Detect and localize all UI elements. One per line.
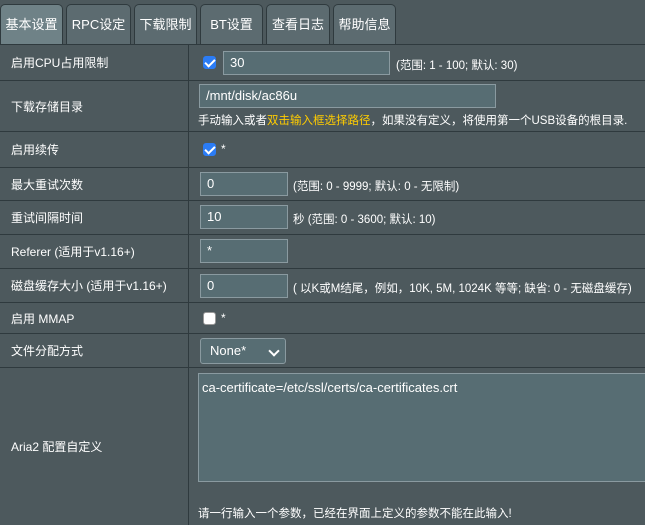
row-retry-wait: 重试间隔时间 10 秒 (范围: 0 - 3600; 默认: 10) [0, 201, 645, 234]
tab-help[interactable]: 帮助信息 [333, 4, 396, 44]
retry-wait-input[interactable]: 10 [200, 205, 288, 229]
download-dir-hint-highlight: 双击输入框选择路径 [267, 115, 371, 127]
custom-conf-label: Aria2 配置自定义 [0, 368, 188, 525]
referer-input[interactable]: * [200, 239, 288, 263]
retry-wait-hint: 秒 (范围: 0 - 3600; 默认: 10) [293, 214, 436, 226]
row-max-tries: 最大重试次数 0 (范围: 0 - 9999; 默认: 0 - 无限制) [0, 168, 645, 200]
file-alloc-label: 文件分配方式 [0, 334, 188, 367]
max-tries-input[interactable]: 0 [200, 172, 288, 196]
row-file-alloc: 文件分配方式 None* [0, 334, 645, 367]
tab-view-log[interactable]: 查看日志 [266, 4, 330, 44]
settings-form: 启用CPU占用限制 30 (范围: 1 - 100; 默认: 30) 下载存储目… [0, 44, 645, 525]
continue-star: * [221, 142, 226, 156]
cpu-limit-checkbox[interactable] [203, 56, 216, 69]
download-dir-label: 下载存储目录 [0, 81, 188, 131]
referer-label: Referer (适用于v1.16+) [0, 235, 188, 268]
mmap-star: * [221, 311, 226, 325]
row-download-dir: 下载存储目录 /mnt/disk/ac86u 手动输入或者双击输入框选择路径，如… [0, 81, 645, 131]
mmap-label: 启用 MMAP [0, 303, 188, 333]
custom-conf-textarea[interactable]: ca-certificate=/etc/ssl/certs/ca-certifi… [198, 373, 645, 482]
chevron-down-icon [268, 345, 280, 357]
retry-wait-label: 重试间隔时间 [0, 201, 188, 234]
tab-rpc-settings[interactable]: RPC设定 [66, 4, 131, 44]
row-continue: 启用续传 * [0, 132, 645, 167]
continue-label: 启用续传 [0, 132, 188, 167]
custom-conf-hint: 请一行输入一个参数，已经在界面上定义的参数不能在此输入! [198, 508, 512, 520]
row-referer: Referer (适用于v1.16+) * [0, 235, 645, 268]
disk-cache-hint: ( 以K或M结尾，例如，10K, 5M, 1024K 等等; 缺省: 0 - 无… [293, 283, 632, 295]
download-dir-input[interactable]: /mnt/disk/ac86u [199, 84, 496, 108]
cpu-limit-hint: (范围: 1 - 100; 默认: 30) [396, 60, 518, 72]
download-dir-hint: 手动输入或者双击输入框选择路径，如果没有定义，将使用第一个USB设备的根目录. [198, 115, 628, 127]
row-disk-cache: 磁盘缓存大小 (适用于v1.16+) 0 ( 以K或M结尾，例如，10K, 5M… [0, 269, 645, 302]
row-mmap: 启用 MMAP * [0, 303, 645, 333]
continue-checkbox[interactable] [203, 143, 216, 156]
max-tries-label: 最大重试次数 [0, 168, 188, 200]
disk-cache-label: 磁盘缓存大小 (适用于v1.16+) [0, 269, 188, 302]
tab-download-limits[interactable]: 下载限制 [134, 4, 197, 44]
row-cpu-limit: 启用CPU占用限制 30 (范围: 1 - 100; 默认: 30) [0, 45, 645, 80]
cpu-limit-input[interactable]: 30 [223, 51, 390, 75]
row-custom-conf: Aria2 配置自定义 ca-certificate=/etc/ssl/cert… [0, 368, 645, 525]
disk-cache-input[interactable]: 0 [200, 274, 288, 298]
tab-basic-settings[interactable]: 基本设置 [0, 4, 63, 44]
max-tries-hint: (范围: 0 - 9999; 默认: 0 - 无限制) [293, 181, 460, 193]
tab-bt-settings[interactable]: BT设置 [200, 4, 263, 44]
mmap-checkbox[interactable] [203, 312, 216, 325]
file-alloc-select[interactable]: None* [200, 338, 286, 364]
file-alloc-selected: None* [210, 343, 247, 358]
cpu-limit-label: 启用CPU占用限制 [0, 45, 188, 80]
tab-bar: 基本设置 RPC设定 下载限制 BT设置 查看日志 帮助信息 [0, 0, 645, 44]
